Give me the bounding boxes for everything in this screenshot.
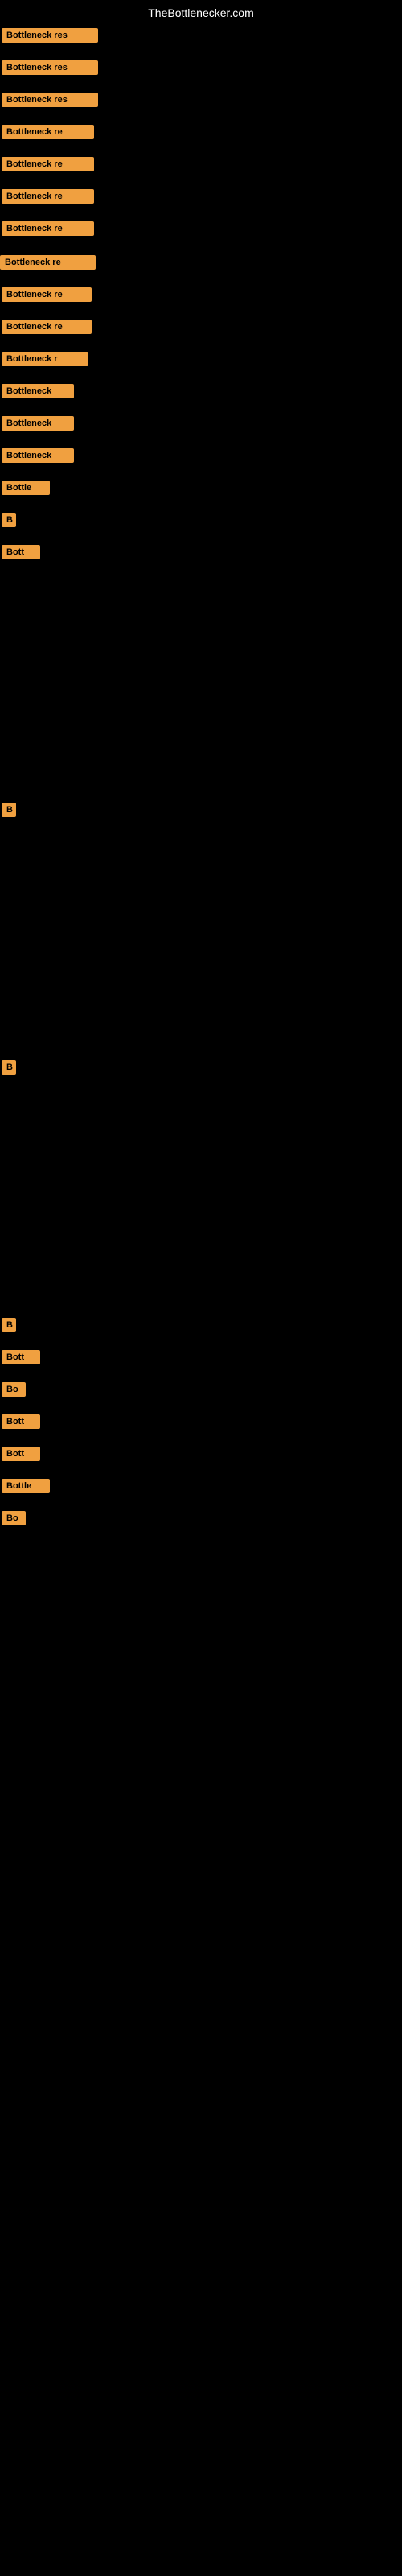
bottleneck-badge-23[interactable]: Bott [2, 1414, 40, 1429]
bottleneck-badge-2[interactable]: Bottleneck res [2, 60, 98, 75]
bottleneck-badge-6[interactable]: Bottleneck re [2, 189, 94, 204]
bottleneck-badge-11[interactable]: Bottleneck r [2, 352, 88, 366]
bottleneck-badge-22[interactable]: Bo [2, 1382, 26, 1397]
bottleneck-badge-4[interactable]: Bottleneck re [2, 125, 94, 139]
bottleneck-badge-24[interactable]: Bott [2, 1447, 40, 1461]
bottleneck-badge-9[interactable]: Bottleneck re [2, 287, 92, 302]
bottleneck-badge-26[interactable]: Bo [2, 1511, 26, 1525]
bottleneck-badge-12[interactable]: Bottleneck [2, 384, 74, 398]
bottleneck-badge-7[interactable]: Bottleneck re [2, 221, 94, 236]
bottleneck-badge-3[interactable]: Bottleneck res [2, 93, 98, 107]
bottleneck-badge-19[interactable]: B [2, 1060, 16, 1075]
bottleneck-badge-8[interactable]: Bottleneck re [0, 255, 96, 270]
bottleneck-badge-25[interactable]: Bottle [2, 1479, 50, 1493]
bottleneck-badge-10[interactable]: Bottleneck re [2, 320, 92, 334]
bottleneck-badge-20[interactable]: B [2, 1318, 16, 1332]
bottleneck-badge-14[interactable]: Bottleneck [2, 448, 74, 463]
bottleneck-badge-17[interactable]: Bott [2, 545, 40, 559]
bottleneck-badge-5[interactable]: Bottleneck re [2, 157, 94, 171]
bottleneck-badge-16[interactable]: B [2, 513, 16, 527]
bottleneck-badge-18[interactable]: B [2, 803, 16, 817]
bottleneck-badge-21[interactable]: Bott [2, 1350, 40, 1364]
site-title: TheBottlenecker.com [148, 6, 254, 19]
bottleneck-badge-15[interactable]: Bottle [2, 481, 50, 495]
bottleneck-badge-1[interactable]: Bottleneck res [2, 28, 98, 43]
bottleneck-badge-13[interactable]: Bottleneck [2, 416, 74, 431]
